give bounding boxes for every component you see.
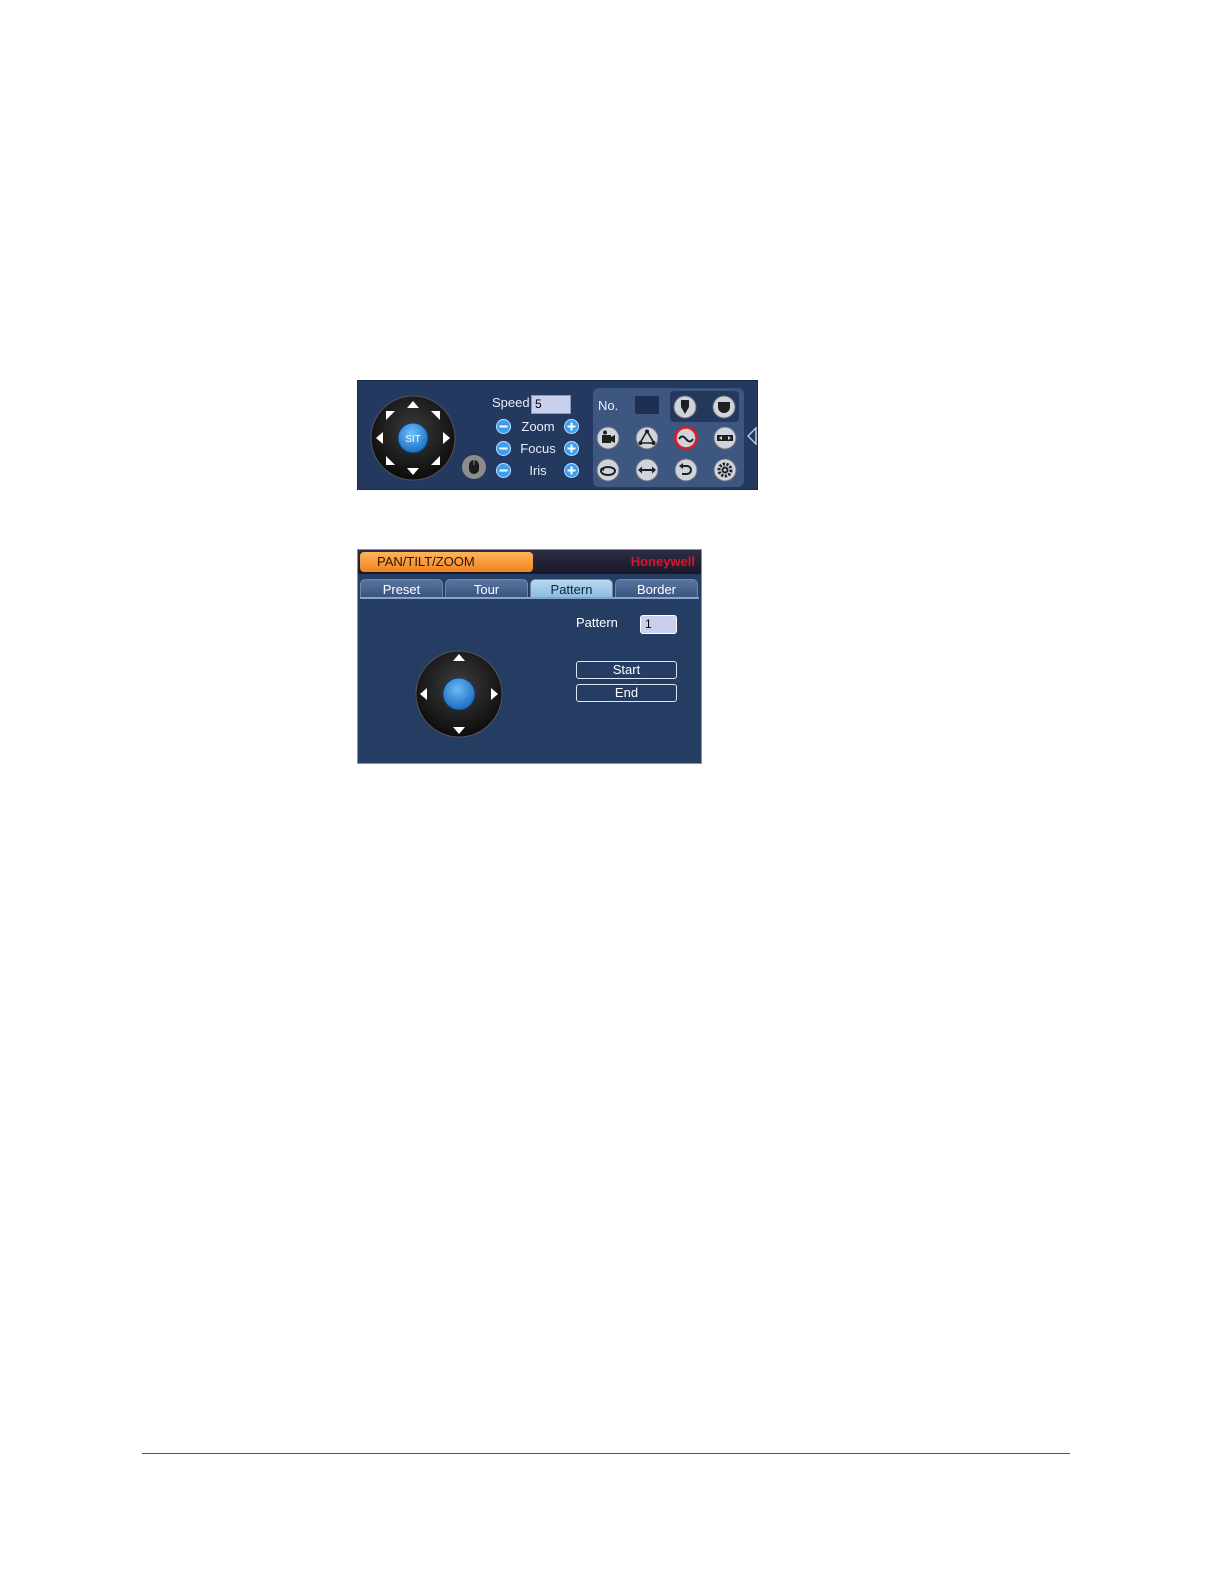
sit-label: SIT (405, 434, 421, 445)
camera-record-icon[interactable] (596, 426, 620, 450)
iris-plus-button[interactable] (564, 463, 579, 478)
settings-icon[interactable] (713, 458, 737, 482)
dialog-header: PAN/TILT/ZOOM Honeywell (358, 550, 701, 574)
tour-icon[interactable] (635, 426, 659, 450)
rotate-icon[interactable] (596, 458, 620, 482)
focus-label: Focus (520, 441, 556, 456)
footer-rule (142, 1453, 1070, 1454)
tab-border[interactable]: Border (615, 579, 698, 598)
brand-logo: Honeywell (630, 554, 695, 569)
dome-icon[interactable] (712, 395, 736, 419)
preset-icon[interactable] (673, 395, 697, 419)
tab-bar: Preset Tour Pattern Border (360, 579, 699, 598)
collapse-arrow-icon[interactable] (747, 427, 757, 445)
ptz-control-bar: SIT Speed 5 Zoom Focus Iris No. (357, 380, 758, 490)
direction-pad-small[interactable] (415, 650, 503, 738)
scan-icon[interactable] (713, 426, 737, 450)
iris-minus-button[interactable] (496, 463, 511, 478)
focus-minus-button[interactable] (496, 441, 511, 456)
tab-pattern[interactable]: Pattern (530, 579, 613, 598)
ptz-dialog: PAN/TILT/ZOOM Honeywell Preset Tour Patt… (357, 549, 702, 764)
focus-plus-button[interactable] (564, 441, 579, 456)
pattern-input[interactable]: 1 (640, 615, 677, 634)
pattern-label: Pattern (576, 615, 618, 630)
direction-pad[interactable]: SIT (370, 395, 456, 481)
zoom-plus-button[interactable] (564, 419, 579, 434)
flip-icon[interactable] (674, 458, 698, 482)
tab-divider (360, 597, 699, 599)
no-input[interactable] (635, 396, 659, 414)
tab-preset[interactable]: Preset (360, 579, 443, 598)
speed-label: Speed (492, 395, 530, 410)
pattern-icon[interactable] (674, 426, 698, 450)
zoom-minus-button[interactable] (496, 419, 511, 434)
speed-input[interactable]: 5 (531, 395, 571, 414)
function-panel: No. (593, 388, 744, 487)
no-label: No. (598, 398, 619, 413)
dialog-title: PAN/TILT/ZOOM (360, 552, 533, 572)
iris-label: Iris (529, 463, 547, 478)
end-button[interactable]: End (576, 684, 677, 702)
tab-tour[interactable]: Tour (445, 579, 528, 598)
pan-icon[interactable] (635, 458, 659, 482)
mouse-icon[interactable] (461, 454, 487, 480)
zoom-label: Zoom (521, 419, 555, 434)
start-button[interactable]: Start (576, 661, 677, 679)
